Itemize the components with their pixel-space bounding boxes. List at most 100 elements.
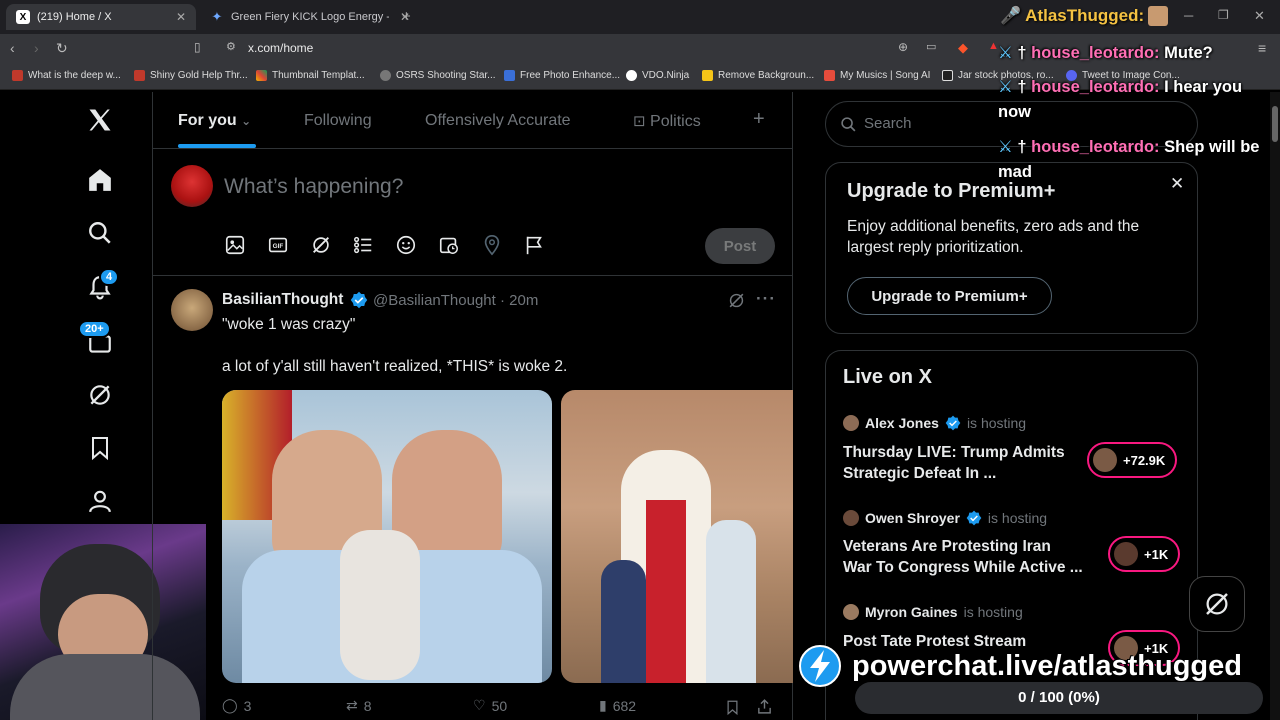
live-heading: Live on X — [843, 366, 932, 388]
premium-card: Upgrade to Premium+ ✕ Enjoy additional b… — [825, 162, 1198, 334]
live-title[interactable]: Thursday LIVE: Trump Admits Strategic De… — [843, 442, 1083, 484]
browser-tab-gemini[interactable]: ✦ Green Fiery KICK Logo Energy - Goo ✕ — [200, 4, 420, 30]
search-icon[interactable] — [86, 219, 114, 247]
grok-icon[interactable] — [86, 381, 114, 409]
verified-badge-icon — [945, 415, 961, 431]
bookmark-page-icon[interactable]: ▯ — [194, 40, 201, 54]
scrollbar-thumb[interactable] — [1272, 106, 1278, 142]
tweet-photo-1[interactable] — [222, 390, 552, 683]
post-button[interactable]: Post — [705, 228, 775, 264]
compose-input[interactable]: What’s happening? — [224, 175, 403, 199]
chat-message: ⚔ † house_leotardo: I hear you now — [998, 75, 1272, 125]
new-tab-icon[interactable]: + — [402, 8, 411, 25]
more-options-icon[interactable]: ··· — [756, 289, 776, 309]
bookmark-item[interactable]: Free Photo Enhance... — [504, 70, 620, 81]
cross-icon: † — [1017, 44, 1027, 62]
live-host-row[interactable]: Myron Gaines is hosting — [843, 604, 1023, 620]
tweet-author-avatar[interactable] — [171, 289, 213, 331]
like-button[interactable]: ♡ 50 — [473, 697, 507, 714]
back-icon[interactable]: ‹ — [10, 40, 15, 56]
repost-button[interactable]: ⇄ 8 — [346, 697, 372, 714]
profile-icon[interactable] — [86, 487, 114, 515]
avatar — [843, 510, 859, 526]
bookmark-item[interactable]: Thumbnail Templat... — [256, 70, 365, 81]
tab-politics[interactable]: ⊡ Politics — [633, 112, 701, 131]
live-host-row[interactable]: Alex Jones is hosting — [843, 415, 1026, 431]
brave-shield-icon[interactable]: ◆ — [958, 40, 968, 56]
home-icon[interactable] — [86, 166, 114, 194]
tab-offensively-accurate[interactable]: Offensively Accurate — [425, 112, 571, 130]
poll-icon[interactable] — [352, 234, 374, 256]
views-button[interactable]: ▮ 682 — [599, 697, 636, 714]
avatar — [1114, 542, 1138, 566]
tweet-text-line2: a lot of y'all still haven't realized, *… — [222, 358, 568, 375]
tab-following[interactable]: Following — [304, 112, 372, 130]
chat-text: Mute? — [1164, 44, 1213, 62]
live-hosting-label: is hosting — [966, 415, 1027, 431]
bookmark-item[interactable]: Remove Backgroun... — [702, 70, 814, 81]
bookmark-favicon-icon — [12, 70, 23, 81]
powerchat-logo-icon — [799, 645, 841, 687]
gif-icon[interactable]: GIF — [267, 234, 289, 256]
flag-icon[interactable] — [523, 234, 545, 256]
reply-button[interactable]: ◯ 3 — [222, 697, 251, 714]
grok-floating-button[interactable] — [1189, 576, 1245, 632]
upgrade-premium-button[interactable]: Upgrade to Premium+ — [847, 277, 1052, 315]
tweet-author-name[interactable]: BasilianThought — [222, 291, 343, 309]
bookmark-item[interactable]: OSRS Shooting Star... — [380, 70, 496, 81]
notifications-badge: 4 — [99, 268, 120, 286]
zoom-icon[interactable]: ⊕ — [898, 40, 908, 54]
bookmarks-icon[interactable] — [86, 434, 114, 462]
chat-message: ⚔ † house_leotardo: Shep will be mad — [998, 135, 1268, 185]
live-host-row[interactable]: Owen Shroyer is hosting — [843, 510, 1047, 526]
site-info-icon[interactable]: ⚙ — [226, 40, 236, 53]
verified-badge-icon — [350, 291, 368, 309]
tab-title: Green Fiery KICK Logo Energy - Goo — [231, 11, 389, 23]
scrollbar[interactable] — [1270, 92, 1280, 720]
live-host-name: Myron Gaines — [865, 604, 958, 620]
community-icon: ⊡ — [633, 113, 646, 130]
bookmark-favicon-icon — [626, 70, 637, 81]
bookmark-item[interactable]: Shiny Gold Help Thr... — [134, 70, 248, 81]
minimize-icon[interactable]: ─ — [1184, 8, 1193, 23]
reload-icon[interactable]: ↻ — [56, 40, 68, 57]
maximize-icon[interactable]: ❐ — [1218, 8, 1229, 22]
bookmark-item[interactable]: VDO.Ninja — [626, 70, 689, 81]
bookmark-tweet-icon[interactable] — [725, 699, 740, 716]
emoji-icon[interactable] — [395, 234, 417, 256]
forward-icon[interactable]: › — [34, 40, 39, 56]
tweet-photo-2[interactable] — [561, 390, 793, 683]
divider — [153, 148, 792, 149]
live-host-name: Alex Jones — [865, 415, 939, 431]
chat-username: house_leotardo: — [1031, 44, 1160, 62]
photo-red-dress — [646, 500, 686, 683]
live-title[interactable]: Veterans Are Protesting Iran War To Cong… — [843, 536, 1083, 578]
bookmark-favicon-icon — [380, 70, 391, 81]
cast-icon[interactable]: ▭ — [926, 40, 936, 53]
avatar — [1093, 448, 1117, 472]
media-icon[interactable] — [224, 234, 246, 256]
schedule-icon[interactable] — [438, 234, 460, 256]
browser-tab-x-home[interactable]: X (219) Home / X ✕ — [6, 4, 196, 30]
add-tab-button[interactable]: + — [753, 108, 765, 131]
live-listeners-pill[interactable]: +72.9K — [1087, 442, 1178, 478]
tab-for-you[interactable]: For you ⌄ — [178, 112, 251, 130]
gemini-favicon-icon: ✦ — [211, 9, 223, 24]
close-tab-icon[interactable]: ✕ — [176, 10, 186, 24]
live-listeners-pill[interactable]: +1K — [1108, 536, 1181, 572]
share-icon[interactable] — [756, 698, 773, 715]
grok-icon[interactable] — [310, 234, 332, 256]
avatar — [843, 415, 859, 431]
cross-icon: † — [1017, 78, 1027, 96]
microphone-icon: 🎤 — [1000, 6, 1022, 25]
bookmark-item[interactable]: My Musics | Song AI — [824, 70, 930, 81]
grok-explain-icon[interactable] — [727, 291, 746, 310]
streamer-avatar — [1148, 6, 1169, 26]
views-icon: ▮ — [599, 697, 607, 713]
url-field[interactable]: x.com/home — [248, 41, 313, 55]
bookmark-item[interactable]: What is the deep w... — [12, 70, 121, 81]
chevron-down-icon: ⌄ — [241, 114, 252, 128]
close-window-icon[interactable]: ✕ — [1254, 8, 1265, 24]
avatar[interactable] — [171, 165, 213, 207]
x-logo-icon[interactable] — [86, 106, 114, 134]
